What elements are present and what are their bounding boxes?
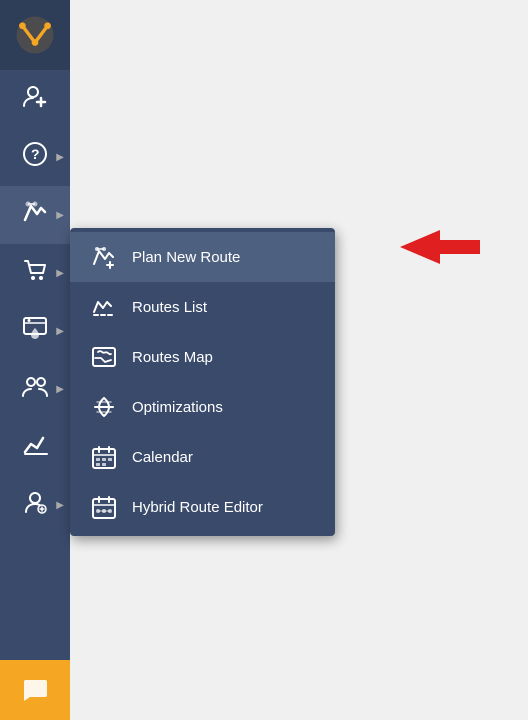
sidebar-item-routes[interactable]: ▶ (0, 186, 70, 244)
sidebar-item-help[interactable]: ? ▶ (0, 128, 70, 186)
routes-map-icon (88, 344, 120, 370)
location-chevron: ▶ (56, 326, 64, 337)
sidebar-item-cart[interactable]: ▶ (0, 244, 70, 302)
optimizations-icon (88, 394, 120, 420)
routes-map-label: Routes Map (132, 349, 213, 366)
add-user-icon (21, 82, 49, 116)
sidebar-item-settings-user[interactable]: ▶ (0, 476, 70, 534)
plan-new-route-label: Plan New Route (132, 249, 240, 266)
help-chevron: ▶ (56, 152, 64, 163)
submenu-item-plan-new-route[interactable]: Plan New Route (70, 232, 335, 282)
team-chevron: ▶ (56, 384, 64, 395)
hybrid-route-editor-label: Hybrid Route Editor (132, 499, 263, 516)
plan-route-icon (88, 244, 120, 270)
cart-chevron: ▶ (56, 268, 64, 279)
cart-icon (21, 256, 49, 290)
location-icon (21, 314, 49, 348)
sidebar-item-team[interactable]: ▶ (0, 360, 70, 418)
submenu-item-optimizations[interactable]: Optimizations (70, 382, 335, 432)
routes-submenu: Plan New Route Routes List Routes Map (70, 228, 335, 536)
routes-chevron: ▶ (56, 210, 64, 221)
team-icon (21, 372, 49, 406)
help-icon: ? (22, 141, 48, 173)
sidebar-logo[interactable] (0, 0, 70, 70)
submenu-item-hybrid-route-editor[interactable]: Hybrid Route Editor (70, 482, 335, 532)
routes-list-label: Routes List (132, 299, 207, 316)
optimizations-label: Optimizations (132, 399, 223, 416)
calendar-icon (88, 444, 120, 470)
routes-list-icon (88, 294, 120, 320)
sidebar-item-analytics[interactable] (0, 418, 70, 476)
submenu-item-routes-list[interactable]: Routes List (70, 282, 335, 332)
settings-user-icon (21, 488, 49, 522)
sidebar-item-add-user[interactable] (0, 70, 70, 128)
routes-icon (21, 198, 49, 232)
arrow-indicator (350, 222, 490, 277)
submenu-item-calendar[interactable]: Calendar (70, 432, 335, 482)
submenu-item-routes-map[interactable]: Routes Map (70, 332, 335, 382)
svg-text:?: ? (31, 146, 40, 162)
settings-user-chevron: ▶ (56, 500, 64, 511)
sidebar: ? ▶ ▶ ▶ (0, 0, 70, 720)
sidebar-item-location[interactable]: ▶ (0, 302, 70, 360)
analytics-icon (21, 430, 49, 464)
chat-button[interactable] (0, 660, 70, 720)
hybrid-route-icon (88, 494, 120, 520)
calendar-label: Calendar (132, 449, 193, 466)
